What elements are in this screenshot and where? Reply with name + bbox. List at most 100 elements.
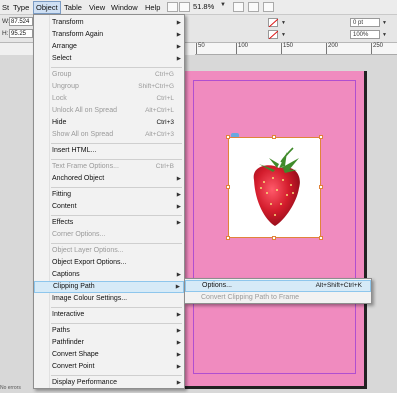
menu-item-content[interactable]: Content ▶ xyxy=(34,201,184,213)
frame-handle[interactable] xyxy=(319,236,323,240)
ruler-tick: 250 xyxy=(370,43,384,54)
menu-item-display-performance[interactable]: Display Performance ▶ xyxy=(34,377,184,389)
frame-handle[interactable] xyxy=(226,236,230,240)
menu-item-arrange[interactable]: Arrange ▶ xyxy=(34,41,184,53)
frame-handle[interactable] xyxy=(319,185,323,189)
menu-item-group[interactable]: Group Ctrl+G xyxy=(34,69,184,81)
menu-item-ungroup[interactable]: Ungroup Shift+Ctrl+G xyxy=(34,81,184,93)
screen-mode-icon[interactable] xyxy=(248,2,259,12)
menu-item-label: Convert Point xyxy=(52,363,95,370)
fill-dropdown-icon[interactable]: ▼ xyxy=(281,20,286,26)
menu-item-shortcut: Alt+Ctrl+L xyxy=(145,107,174,114)
bridge-icon[interactable] xyxy=(167,2,178,12)
scale-dropdown-icon[interactable]: ▼ xyxy=(382,32,387,38)
strawberry-image xyxy=(253,147,300,226)
menu-item-label: Lock xyxy=(52,95,67,102)
menu-item-object-export-options[interactable]: Object Export Options... xyxy=(34,257,184,269)
menu-type[interactable]: Type xyxy=(13,2,29,13)
menu-view[interactable]: View xyxy=(89,2,105,13)
menu-item-hide[interactable]: Hide Ctrl+3 xyxy=(34,117,184,129)
menu-separator xyxy=(51,307,182,308)
stroke-weight-dropdown-icon[interactable]: ▼ xyxy=(382,20,387,26)
menu-item-convert-clipping-path[interactable]: Convert Clipping Path to Frame xyxy=(185,292,371,304)
menu-separator xyxy=(51,375,182,376)
menubar: St Type Object Table View Window Help 51… xyxy=(0,0,397,15)
width-field[interactable]: 87.524 xyxy=(9,17,33,26)
minibridge-icon[interactable] xyxy=(179,2,190,12)
triangle-right-icon: ▶ xyxy=(176,176,181,182)
menu-item-text-frame-options[interactable]: Text Frame Options... Ctrl+B xyxy=(34,161,184,173)
menu-table[interactable]: Table xyxy=(64,2,82,13)
height-label: H: xyxy=(2,30,9,37)
triangle-right-icon: ▶ xyxy=(176,20,181,26)
menu-item-label: Hide xyxy=(52,119,67,126)
stroke-weight-field[interactable]: 0 pt xyxy=(350,18,380,27)
menu-item-convert-shape[interactable]: Convert Shape ▶ xyxy=(34,349,184,361)
menu-item-show-all[interactable]: Show All on Spread Alt+Ctrl+3 xyxy=(34,129,184,141)
menu-help[interactable]: Help xyxy=(145,2,160,13)
menu-item-lock[interactable]: Lock Ctrl+L xyxy=(34,93,184,105)
menu-separator xyxy=(51,243,182,244)
menu-separator xyxy=(51,323,182,324)
menu-item-unlock-all[interactable]: Unlock All on Spread Alt+Ctrl+L xyxy=(34,105,184,117)
menu-item-image-colour-settings[interactable]: Image Colour Settings... xyxy=(34,293,184,305)
menu-item-insert-html[interactable]: Insert HTML... xyxy=(34,145,184,157)
menu-item-pathfinder[interactable]: Pathfinder ▶ xyxy=(34,337,184,349)
triangle-right-icon: ▶ xyxy=(176,56,181,62)
menu-item-corner-options[interactable]: Corner Options... xyxy=(34,229,184,241)
stroke-swatch-icon[interactable] xyxy=(268,30,279,40)
menu-item-captions[interactable]: Captions ▶ xyxy=(34,269,184,281)
triangle-right-icon: ▶ xyxy=(176,380,181,386)
menu-item-clipping-options[interactable]: Options... Alt+Shift+Ctrl+K xyxy=(185,280,371,292)
menu-item-fitting[interactable]: Fitting ▶ xyxy=(34,189,184,201)
menu-item-transform[interactable]: Transform ▶ xyxy=(34,17,184,29)
frame-handle[interactable] xyxy=(226,185,230,189)
menu-separator xyxy=(51,67,182,68)
menu-window[interactable]: Window xyxy=(111,2,138,13)
chevron-down-icon[interactable]: ▼ xyxy=(220,2,226,8)
zoom-level[interactable]: 51.8% xyxy=(193,2,214,11)
menu-item-label: Fitting xyxy=(52,191,72,198)
menu-item-label: Convert Shape xyxy=(52,351,99,358)
scale-field[interactable]: 100% xyxy=(350,30,380,39)
menu-object[interactable]: Object xyxy=(33,1,61,14)
triangle-right-icon: ▶ xyxy=(176,220,181,226)
menu-item-label: Transform xyxy=(52,19,84,26)
menu-item-interactive[interactable]: Interactive ▶ xyxy=(34,309,184,321)
menu-item-label: Ungroup xyxy=(52,83,79,90)
menu-item-anchored-object[interactable]: Anchored Object ▶ xyxy=(34,173,184,185)
menu-item-label: Transform Again xyxy=(52,31,104,38)
clipping-path-submenu: Options... Alt+Shift+Ctrl+K Convert Clipp… xyxy=(184,278,372,304)
menu-item-paths[interactable]: Paths ▶ xyxy=(34,325,184,337)
menu-item-shortcut: Alt+Shift+Ctrl+K xyxy=(315,282,362,289)
stroke-dropdown-icon[interactable]: ▼ xyxy=(281,32,286,38)
status-text: No errors xyxy=(0,385,21,391)
triangle-right-icon: ▶ xyxy=(176,328,181,334)
menu-item-label: Object Layer Options... xyxy=(52,247,124,254)
frame-handle[interactable] xyxy=(272,236,276,240)
menu-item-select[interactable]: Select ▶ xyxy=(34,53,184,65)
image-frame[interactable] xyxy=(226,135,323,240)
frame-handle[interactable] xyxy=(226,135,230,139)
menu-item-convert-point[interactable]: Convert Point ▶ xyxy=(34,361,184,373)
menu-item-label: Anchored Object xyxy=(52,175,105,182)
ruler-tick: 50 xyxy=(196,43,205,54)
menu-item-object-layer-options[interactable]: Object Layer Options... xyxy=(34,245,184,257)
arrange-documents-icon[interactable] xyxy=(263,2,274,12)
height-field[interactable]: 95.25 xyxy=(9,29,33,38)
menu-item-effects[interactable]: Effects ▶ xyxy=(34,217,184,229)
menu-item-clipping-path[interactable]: Clipping Path ▶ xyxy=(34,281,184,293)
menu-item-transform-again[interactable]: Transform Again ▶ xyxy=(34,29,184,41)
menu-item-label: Options... xyxy=(202,282,232,289)
menu-st[interactable]: St xyxy=(2,2,9,13)
menu-item-shortcut: Ctrl+3 xyxy=(156,119,174,126)
fill-swatch-icon[interactable] xyxy=(268,18,279,28)
menu-item-shortcut: Ctrl+B xyxy=(155,163,174,170)
view-options-icon[interactable] xyxy=(233,2,244,12)
frame-handle[interactable] xyxy=(272,135,276,139)
frame-handle[interactable] xyxy=(319,135,323,139)
triangle-right-icon: ▶ xyxy=(176,312,181,318)
menu-item-label: Interactive xyxy=(52,311,85,318)
triangle-right-icon: ▶ xyxy=(176,32,181,38)
ruler-tick: 100 xyxy=(235,43,249,54)
